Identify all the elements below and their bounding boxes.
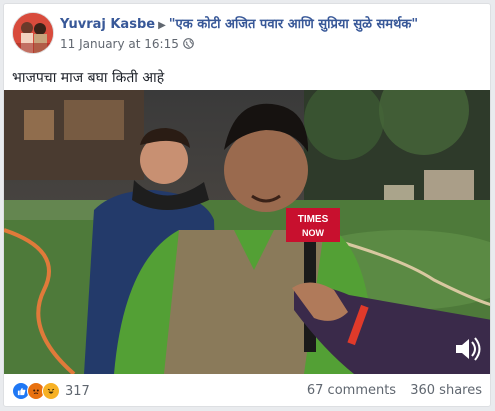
author-avatar[interactable] (12, 12, 54, 54)
haha-icon (42, 382, 60, 400)
post-stats: 67 comments 360 shares (297, 383, 482, 398)
reaction-count: 317 (65, 383, 90, 399)
arrow-right-icon: ▶ (158, 20, 166, 31)
target-page[interactable]: "एक कोटी अजित पवार आणि सुप्रिया सुळे समर… (169, 17, 418, 32)
globe-icon (183, 38, 194, 49)
shares-link[interactable]: 360 shares (410, 383, 482, 398)
post-header: Yuvraj Kasbe ▶ "एक कोटी अजित पवार आणि सुप्… (4, 4, 490, 62)
mic-label-bottom: NOW (302, 228, 325, 238)
comments-link[interactable]: 67 comments (307, 383, 396, 398)
post-card: Yuvraj Kasbe ▶ "एक कोटी अजित पवार आणि सुप्… (3, 3, 491, 407)
author-name[interactable]: Yuvraj Kasbe (60, 17, 155, 32)
post-text: भाजपचा माज बघा किती आहे (12, 70, 165, 86)
mic-label-top: TIMES (298, 214, 329, 225)
post-meta: 11 January at 16:15 (60, 37, 194, 51)
post-footer: 317 67 comments 360 shares (4, 374, 490, 406)
reactions-summary[interactable]: 317 (12, 382, 90, 400)
post-timestamp[interactable]: 11 January at 16:15 (60, 37, 179, 51)
author-line: Yuvraj Kasbe ▶ "एक कोटी अजित पवार आणि सुप्… (60, 14, 418, 32)
video-player[interactable]: TIMES NOW (4, 90, 490, 374)
